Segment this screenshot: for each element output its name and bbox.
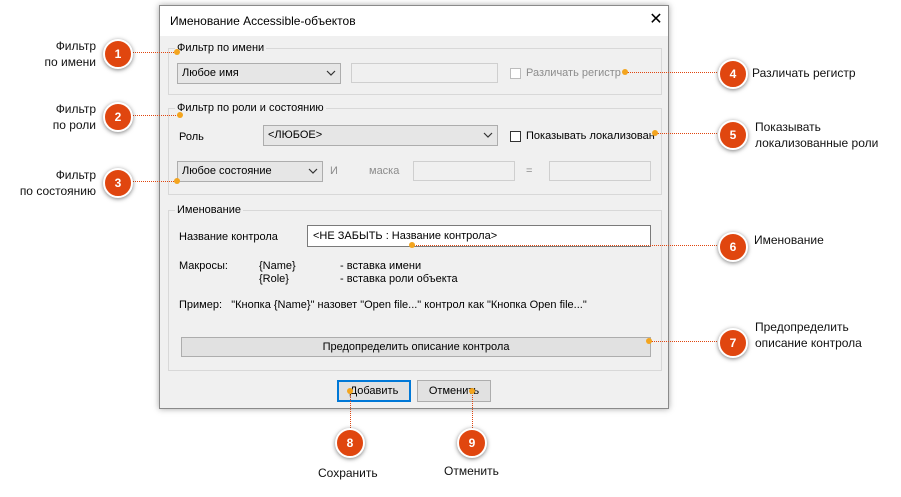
mask-input[interactable] <box>413 161 515 181</box>
title-bar: Именование Accessible-объектов ✕ <box>160 6 668 36</box>
callout-line-2 <box>130 115 178 116</box>
case-sensitive-checkbox[interactable] <box>510 68 521 79</box>
state-value: Любое состояние <box>182 165 272 177</box>
callout-text-3: Фильтр по состоянию <box>19 168 96 198</box>
role-combo[interactable]: <ЛЮБОЕ> <box>263 125 498 146</box>
callout-text-6: Именование <box>754 233 824 247</box>
callout-badge-7: 7 <box>718 328 748 358</box>
callout-badge-9: 9 <box>457 428 487 458</box>
name-filter-input[interactable] <box>351 63 498 83</box>
close-icon[interactable]: ✕ <box>644 9 668 31</box>
callout-line-1 <box>130 52 178 53</box>
callout-line-8 <box>350 392 351 430</box>
callout-dot-4 <box>622 69 628 75</box>
predefine-description-button[interactable]: Предопределить описание контрола <box>181 337 651 357</box>
state-combo[interactable]: Любое состояние <box>177 161 323 182</box>
callout-badge-4: 4 <box>718 59 748 89</box>
name-filter-legend: Фильтр по имени <box>175 42 267 54</box>
callout-line-7 <box>651 341 717 342</box>
control-name-label: Название контрола <box>179 231 278 243</box>
callout-dot-3 <box>174 178 180 184</box>
equals-label: = <box>526 165 533 177</box>
callout-dot-6 <box>409 242 415 248</box>
case-sensitive-label: Различать регистр <box>526 67 621 79</box>
naming-legend: Именование <box>175 204 243 216</box>
name-filter-value: Любое имя <box>182 67 239 79</box>
naming-example: Пример: "Кнопка {Name}" назовет "Open fi… <box>179 299 587 311</box>
dialog-title: Именование Accessible-объектов <box>170 14 356 28</box>
role-value: <ЛЮБОЕ> <box>268 129 323 141</box>
role-filter-legend: Фильтр по роли и состоянию <box>175 102 326 114</box>
callout-text-5: Показывать локализованные роли <box>755 120 879 150</box>
callout-line-9 <box>472 392 473 430</box>
callout-dot-8 <box>347 388 353 394</box>
show-localized-checkbox[interactable] <box>510 131 521 142</box>
callout-text-8: Сохранить <box>318 466 378 480</box>
chevron-down-icon <box>326 70 336 76</box>
callout-dot-7 <box>646 338 652 344</box>
mask-value-input[interactable] <box>549 161 651 181</box>
callout-badge-8: 8 <box>335 428 365 458</box>
macro-role: {Role} <box>259 273 289 285</box>
role-label: Роль <box>179 131 204 143</box>
callout-text-7: Предопределить описание контрола <box>755 320 862 350</box>
callout-dot-5 <box>652 130 658 136</box>
callout-text-2: Фильтр по роли <box>52 102 96 132</box>
callout-line-3 <box>130 181 178 182</box>
callout-badge-5: 5 <box>718 120 748 150</box>
callout-dot-9 <box>469 388 475 394</box>
macros-label: Макросы: <box>179 260 228 272</box>
callout-badge-1: 1 <box>103 39 133 69</box>
callout-text-1: Фильтр по имени <box>44 39 96 69</box>
macro-name: {Name} <box>259 260 296 272</box>
callout-line-5 <box>657 133 717 134</box>
callout-badge-2: 2 <box>103 102 133 132</box>
macro-role-desc: - вставка роли объекта <box>340 273 458 285</box>
mask-label: маска <box>369 165 400 177</box>
callout-badge-3: 3 <box>103 168 133 198</box>
callout-text-9: Отменить <box>444 464 499 478</box>
callout-line-6 <box>414 245 717 246</box>
show-localized-label: Показывать локализован <box>526 130 655 142</box>
control-name-input[interactable]: <НЕ ЗАБЫТЬ : Название контрола> <box>307 225 651 247</box>
chevron-down-icon <box>308 168 318 174</box>
cancel-button[interactable]: Отменить <box>417 380 491 402</box>
and-label: И <box>330 165 338 177</box>
callout-line-4 <box>627 72 717 73</box>
callout-dot-1 <box>174 49 180 55</box>
name-filter-combo[interactable]: Любое имя <box>177 63 341 84</box>
callout-dot-2 <box>177 112 183 118</box>
chevron-down-icon <box>483 132 493 138</box>
dialog-window: Именование Accessible-объектов ✕ Фильтр … <box>159 5 669 409</box>
macro-name-desc: - вставка имени <box>340 260 422 272</box>
callout-badge-6: 6 <box>718 232 748 262</box>
callout-text-4: Различать регистр <box>752 66 856 80</box>
